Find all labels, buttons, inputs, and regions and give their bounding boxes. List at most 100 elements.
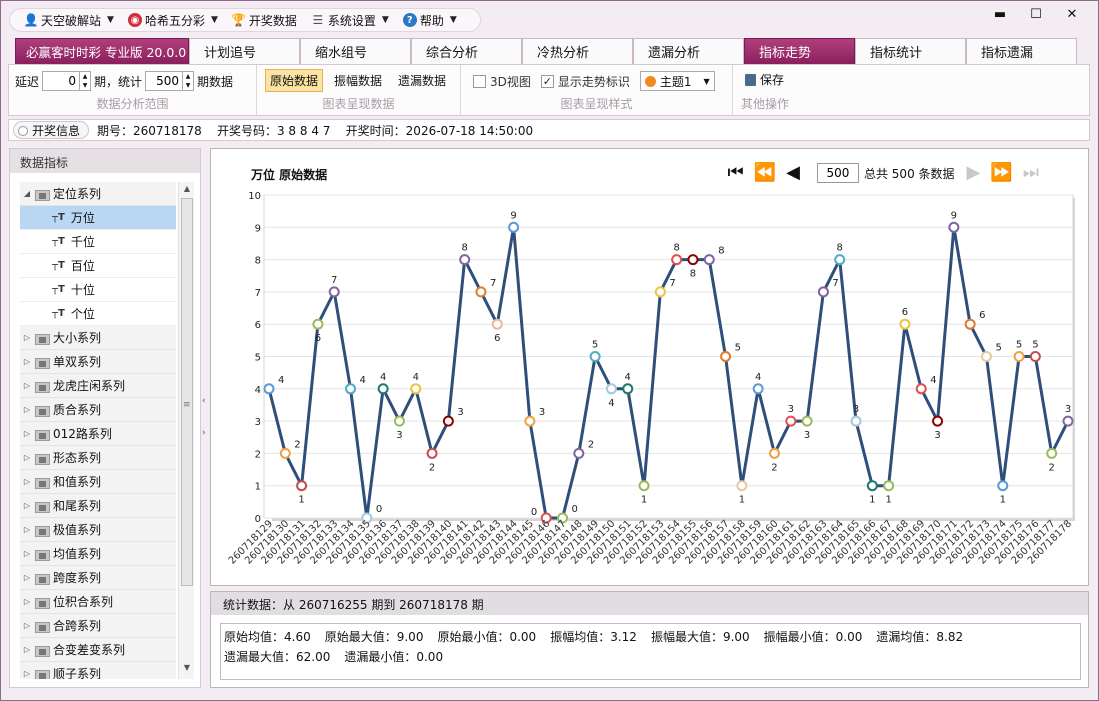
folder-icon <box>34 548 50 561</box>
expanded-icon[interactable]: ◢ <box>20 189 34 198</box>
show-trend-checkbox[interactable]: ✓ 显示走势标识 <box>540 73 630 90</box>
scrollbar-thumb[interactable] <box>181 198 193 586</box>
tree-item[interactable]: ┬T 百位 <box>20 254 176 278</box>
tree-item[interactable]: ┬T 个位 <box>20 302 176 326</box>
collapsed-icon[interactable]: ▷ <box>20 525 34 534</box>
chevron-down-icon: ▼ <box>449 15 457 25</box>
expand-right-icon[interactable]: › <box>202 428 206 438</box>
collapsed-icon[interactable]: ▷ <box>20 669 34 678</box>
tree-group[interactable]: ▷ 龙虎庄闲系列 <box>20 374 176 398</box>
scroll-up-icon[interactable]: ▲ <box>179 184 195 198</box>
data-label: 6 <box>494 333 500 344</box>
count-input[interactable] <box>146 72 183 90</box>
minimize-button[interactable]: ▬ <box>982 5 1018 23</box>
indicator-icon: ┬T <box>52 284 65 295</box>
tree-group[interactable]: ▷ 极值系列 <box>20 518 176 542</box>
tree-group[interactable]: ▷ 形态系列 <box>20 446 176 470</box>
page-size-input[interactable] <box>816 163 859 183</box>
tree-item[interactable]: ┬T 千位 <box>20 230 176 254</box>
folder-icon <box>34 572 50 585</box>
collapsed-icon[interactable]: ▷ <box>20 549 34 558</box>
tab-5[interactable]: 遗漏分析 <box>633 38 744 64</box>
collapse-left-icon[interactable]: ‹ <box>202 396 206 406</box>
collapsed-icon[interactable]: ▷ <box>20 477 34 486</box>
tree-group[interactable]: ▷ 跨度系列 <box>20 566 176 590</box>
menu-item-2[interactable]: 🏆 开奖数据 <box>231 12 296 29</box>
tree-item[interactable]: ┬T 十位 <box>20 278 176 302</box>
tree-group[interactable]: ▷ 单双系列 <box>20 350 176 374</box>
app-version-tab[interactable]: 必赢客时时彩 专业版 20.0.0 <box>15 38 189 64</box>
tree-group[interactable]: ▷ 和值系列 <box>20 470 176 494</box>
next-fast-icon[interactable]: ⏩ <box>990 164 1012 182</box>
collapsed-icon[interactable]: ▷ <box>20 501 34 510</box>
sidebar-scrollbar[interactable]: ▲ ≡ ▼ <box>178 182 194 679</box>
spinner-arrows[interactable]: ▲ ▼ <box>79 72 90 90</box>
tree-group[interactable]: ▷ 和尾系列 <box>20 494 176 518</box>
stat-item: 振幅最小值：0.00 <box>763 630 863 644</box>
first-page-icon[interactable]: ⏮ <box>728 164 744 182</box>
tree-group[interactable]: ▷ 均值系列 <box>20 542 176 566</box>
maximize-button[interactable]: ☐ <box>1018 5 1054 23</box>
data-label: 2 <box>588 439 594 450</box>
close-button[interactable]: ✕ <box>1054 5 1090 23</box>
tab-4[interactable]: 冷热分析 <box>522 38 633 64</box>
count-spinner[interactable]: ▲▼ <box>145 71 195 91</box>
tree-group[interactable]: ▷ 质合系列 <box>20 398 176 422</box>
menu-item-3[interactable]: ☰ 系统设置 ▼ <box>311 12 389 29</box>
collapsed-icon[interactable]: ▷ <box>20 573 34 582</box>
data-label: 8 <box>673 243 679 254</box>
amplitude-data-button[interactable]: 振幅数据 <box>329 69 387 92</box>
next-page-icon[interactable]: ▶ <box>967 164 981 182</box>
last-page-icon[interactable]: ⏭ <box>1023 164 1039 182</box>
missing-data-button[interactable]: 遗漏数据 <box>393 69 451 92</box>
prev-fast-icon[interactable]: ⏪ <box>754 164 776 182</box>
tab-3[interactable]: 综合分析 <box>411 38 522 64</box>
tree-group[interactable]: ◢ 定位系列 <box>20 182 176 206</box>
indicator-icon: ┬T <box>52 308 65 319</box>
tree-group[interactable]: ▷ 合跨系列 <box>20 614 176 638</box>
menu-item-1[interactable]: ◉ 哈希五分彩 ▼ <box>127 12 218 29</box>
spinner-arrows[interactable]: ▲ ▼ <box>182 72 193 90</box>
tree-group[interactable]: ▷ 合变差变系列 <box>20 638 176 662</box>
collapsed-icon[interactable]: ▷ <box>20 621 34 630</box>
tab-6[interactable]: 指标走势 <box>744 38 855 64</box>
tab-2[interactable]: 缩水组号 <box>300 38 411 64</box>
menu-item-0[interactable]: 👤 天空破解站 ▼ <box>24 12 114 29</box>
folder-icon <box>34 620 50 633</box>
raw-data-button[interactable]: 原始数据 <box>265 69 324 92</box>
panel-splitter[interactable]: ‹ › <box>201 148 210 688</box>
tree-group[interactable]: ▷ 大小系列 <box>20 326 176 350</box>
data-point <box>279 447 291 459</box>
theme-select[interactable]: 主题1 ▼ <box>639 71 715 91</box>
save-button[interactable]: 保存 <box>745 71 784 88</box>
tree-group[interactable]: ▷ 位积合系列 <box>20 590 176 614</box>
collapsed-icon[interactable]: ▷ <box>20 381 34 390</box>
tab-7[interactable]: 指标统计 <box>855 38 966 64</box>
checkmark-icon[interactable]: ✓ <box>540 74 554 88</box>
tree-group[interactable]: ▷ 012路系列 <box>20 422 176 446</box>
checkbox-box[interactable] <box>473 74 486 88</box>
collapsed-icon[interactable]: ▷ <box>20 405 34 414</box>
view3d-label: 3D视图 <box>490 74 531 89</box>
tree-group[interactable]: ▷ 顺子系列 <box>20 662 176 679</box>
collapsed-icon[interactable]: ▷ <box>20 597 34 606</box>
collapsed-icon[interactable]: ▷ <box>20 357 34 366</box>
tree-item[interactable]: ┬T 万位 <box>20 206 176 230</box>
delay-input[interactable] <box>43 72 80 90</box>
menu-item-4[interactable]: ? 帮助 ▼ <box>402 12 457 29</box>
collapsed-icon[interactable]: ▷ <box>20 333 34 342</box>
prev-page-icon[interactable]: ◀ <box>786 164 800 182</box>
data-point <box>263 383 275 395</box>
collapsed-icon[interactable]: ▷ <box>20 453 34 462</box>
data-point <box>393 415 405 427</box>
delay-spinner[interactable]: ▲▼ <box>42 71 92 91</box>
collapsed-icon[interactable]: ▷ <box>20 645 34 654</box>
data-label: 1 <box>869 495 875 506</box>
scroll-down-icon[interactable]: ▼ <box>179 663 195 677</box>
data-label: 9 <box>510 210 516 221</box>
view3d-checkbox[interactable]: 3D视图 <box>473 73 531 90</box>
collapsed-icon[interactable]: ▷ <box>20 429 34 438</box>
tab-1[interactable]: 计划追号 <box>189 38 300 64</box>
tab-8[interactable]: 指标遗漏 <box>966 38 1077 64</box>
draw-info-button[interactable]: 开奖信息 <box>13 121 90 139</box>
